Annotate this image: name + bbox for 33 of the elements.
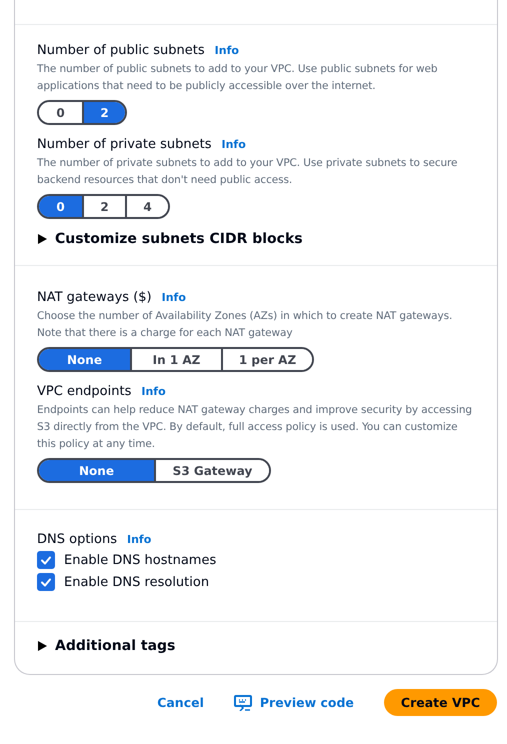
caret-icon bbox=[37, 233, 47, 245]
field-label: DNS options bbox=[37, 532, 117, 547]
code-preview-icon bbox=[234, 694, 252, 710]
segment-option[interactable]: None bbox=[39, 460, 154, 481]
segment-option[interactable]: 2 bbox=[82, 102, 125, 123]
field-description: The number of public subnets to add to your VPC. Use public subnets for web applications that need to be publicly accessible over the internet. bbox=[37, 62, 438, 94]
expander-toggle[interactable]: Customize subnets CIDR blocks bbox=[37, 231, 475, 247]
field-description: The number of private subnets to add to your VPC. Use private subnets to secure backend resources that don't need public access. bbox=[37, 156, 458, 188]
segment-option[interactable]: 1 per AZ bbox=[221, 349, 312, 370]
cancel-link[interactable]: Cancel bbox=[157, 695, 204, 710]
field-label: VPC endpoints bbox=[37, 384, 132, 399]
segment-option[interactable]: None bbox=[39, 349, 130, 370]
checkbox[interactable] bbox=[37, 551, 55, 569]
field-label: Number of public subnets bbox=[37, 43, 205, 58]
expander-toggle[interactable]: Additional tags bbox=[37, 638, 475, 654]
field-description: Choose the number of Availability Zones (AZs) in which to create NAT gateways. Note that there is a charge for each NAT gateway bbox=[37, 309, 454, 341]
checkbox[interactable] bbox=[37, 573, 55, 591]
segment-option[interactable]: 4 bbox=[125, 196, 168, 217]
segment-option[interactable]: S3 Gateway bbox=[154, 460, 269, 481]
checkbox-label: Enable DNS hostnames bbox=[64, 552, 216, 568]
info-link[interactable]: Info bbox=[221, 138, 246, 151]
info-link[interactable]: Info bbox=[141, 385, 166, 398]
field-label: Number of private subnets bbox=[37, 137, 212, 152]
caret-icon bbox=[37, 640, 47, 652]
create-vpc-button[interactable]: Create VPC bbox=[384, 689, 497, 716]
info-link[interactable]: Info bbox=[162, 291, 186, 304]
info-link[interactable]: Info bbox=[127, 533, 152, 546]
field-description: Endpoints can help reduce NAT gateway charges and improve security by accessing S3 directly from the VPC. By default, full access policy is used. You can customize this policy at any time. bbox=[37, 403, 473, 452]
checkbox-label: Enable DNS resolution bbox=[64, 574, 210, 590]
segment-option[interactable]: 0 bbox=[39, 196, 82, 217]
preview-code-link[interactable]: Preview code bbox=[234, 694, 354, 710]
info-link[interactable]: Info bbox=[214, 44, 239, 57]
field-label: NAT gateways ($) bbox=[37, 290, 152, 305]
